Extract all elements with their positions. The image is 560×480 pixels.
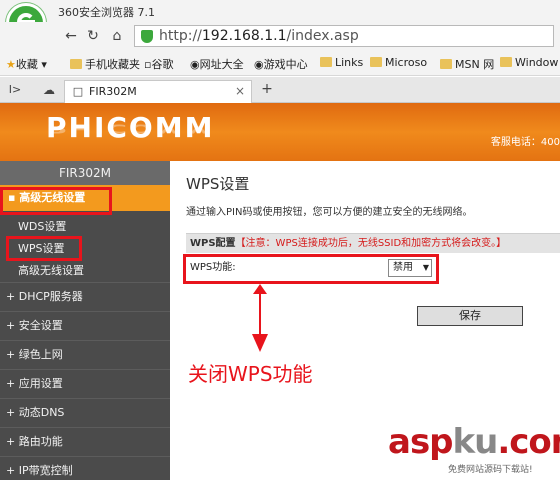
bookmark-games[interactable]: ◉游戏中心: [254, 56, 308, 72]
browser-title: 360安全浏览器 7.1: [58, 6, 155, 19]
address-bar[interactable]: http://192.168.1.1/index.asp: [134, 25, 554, 47]
bookmark-msn[interactable]: MSN 网: [440, 56, 494, 72]
sidebar-subitem-advanced[interactable]: 高级无线设置: [0, 260, 170, 282]
sidebar-item-routing[interactable]: + 路由功能: [0, 427, 170, 455]
shield-icon: [141, 30, 153, 43]
folder-icon: [440, 59, 452, 69]
sidebar-item-green[interactable]: + 绿色上网: [0, 340, 170, 368]
sidebar-item-security[interactable]: + 安全设置: [0, 311, 170, 339]
folder-icon: [320, 57, 332, 67]
watermark-subtitle: 免费网站源码下载站!: [448, 465, 533, 475]
page-title: WPS设置: [186, 175, 250, 193]
page-description: 通过输入PIN码或使用按钮，您可以方便的建立安全的无线网络。: [186, 207, 473, 218]
sidebar-item-ddns[interactable]: + 动态DNS: [0, 398, 170, 426]
bookmark-favorites[interactable]: ★收藏 ▾: [6, 56, 47, 72]
sidebar-toggle-icon[interactable]: I>: [6, 81, 24, 99]
refresh-icon[interactable]: ↻: [84, 27, 102, 45]
bookmark-links[interactable]: Links: [320, 56, 363, 69]
tab-router[interactable]: □ FIR302M ×: [64, 80, 252, 103]
highlight-box-wps: [6, 236, 82, 261]
bookmark-portal[interactable]: ◉网址大全: [190, 56, 244, 72]
save-button[interactable]: 保存: [417, 306, 523, 326]
model-name: FIR302M: [0, 161, 170, 185]
annotation-text: 关闭WPS功能: [188, 362, 313, 386]
home-icon[interactable]: ⌂: [108, 27, 126, 45]
back-arrow-icon[interactable]: ←: [62, 27, 80, 45]
folder-icon: [370, 57, 382, 67]
bookmark-microsoft[interactable]: Microso: [370, 56, 427, 69]
bookmark-mobile[interactable]: 手机收藏夹: [70, 56, 140, 72]
watermark-logo: aspku.com: [388, 422, 560, 462]
router-header: PHICOMM PHICOMM 客服电话：400: [0, 103, 560, 161]
bookmark-windows[interactable]: Window: [500, 56, 558, 69]
sidebar-item-apps[interactable]: + 应用设置: [0, 369, 170, 397]
title-bar: 360安全浏览器 7.1: [0, 0, 560, 22]
arrow-line: [259, 290, 261, 336]
close-icon[interactable]: ×: [235, 84, 245, 98]
highlight-box-advanced: [0, 187, 112, 215]
highlight-box-wps-row: [183, 254, 439, 284]
sidebar-item-bandwidth[interactable]: + IP带宽控制: [0, 456, 170, 480]
bookmark-google[interactable]: ▫谷歌: [144, 56, 173, 72]
nav-bar: ← ↻ ⌂ http://192.168.1.1/index.asp: [0, 22, 560, 50]
brand-logo-reflection: PHICOMM: [46, 121, 215, 136]
page-icon: □: [72, 85, 84, 98]
star-icon: ★: [6, 58, 16, 71]
hotline-text: 客服电话：400: [490, 137, 560, 148]
warning-text: 【注意：WPS连接成功后，无线SSID和加密方式将会改变。】: [235, 238, 507, 249]
tab-bar: I> ☁ □ FIR302M × +: [0, 77, 560, 103]
arrow-down-icon: [252, 334, 268, 352]
config-header: WPS配置【注意：WPS连接成功后，无线SSID和加密方式将会改变。】: [186, 233, 560, 253]
new-tab-button[interactable]: +: [258, 80, 276, 98]
sidebar-item-dhcp[interactable]: + DHCP服务器: [0, 282, 170, 310]
sidebar-subitem-wds[interactable]: WDS设置: [0, 216, 170, 238]
url-text: http://192.168.1.1/index.asp: [159, 28, 359, 44]
bookmarks-bar: ★收藏 ▾ 手机收藏夹 ▫谷歌 ◉网址大全 ◉游戏中心 Links Micros…: [0, 50, 560, 76]
cloud-icon[interactable]: ☁: [40, 81, 58, 99]
folder-icon: [500, 57, 512, 67]
folder-icon: [70, 59, 82, 69]
